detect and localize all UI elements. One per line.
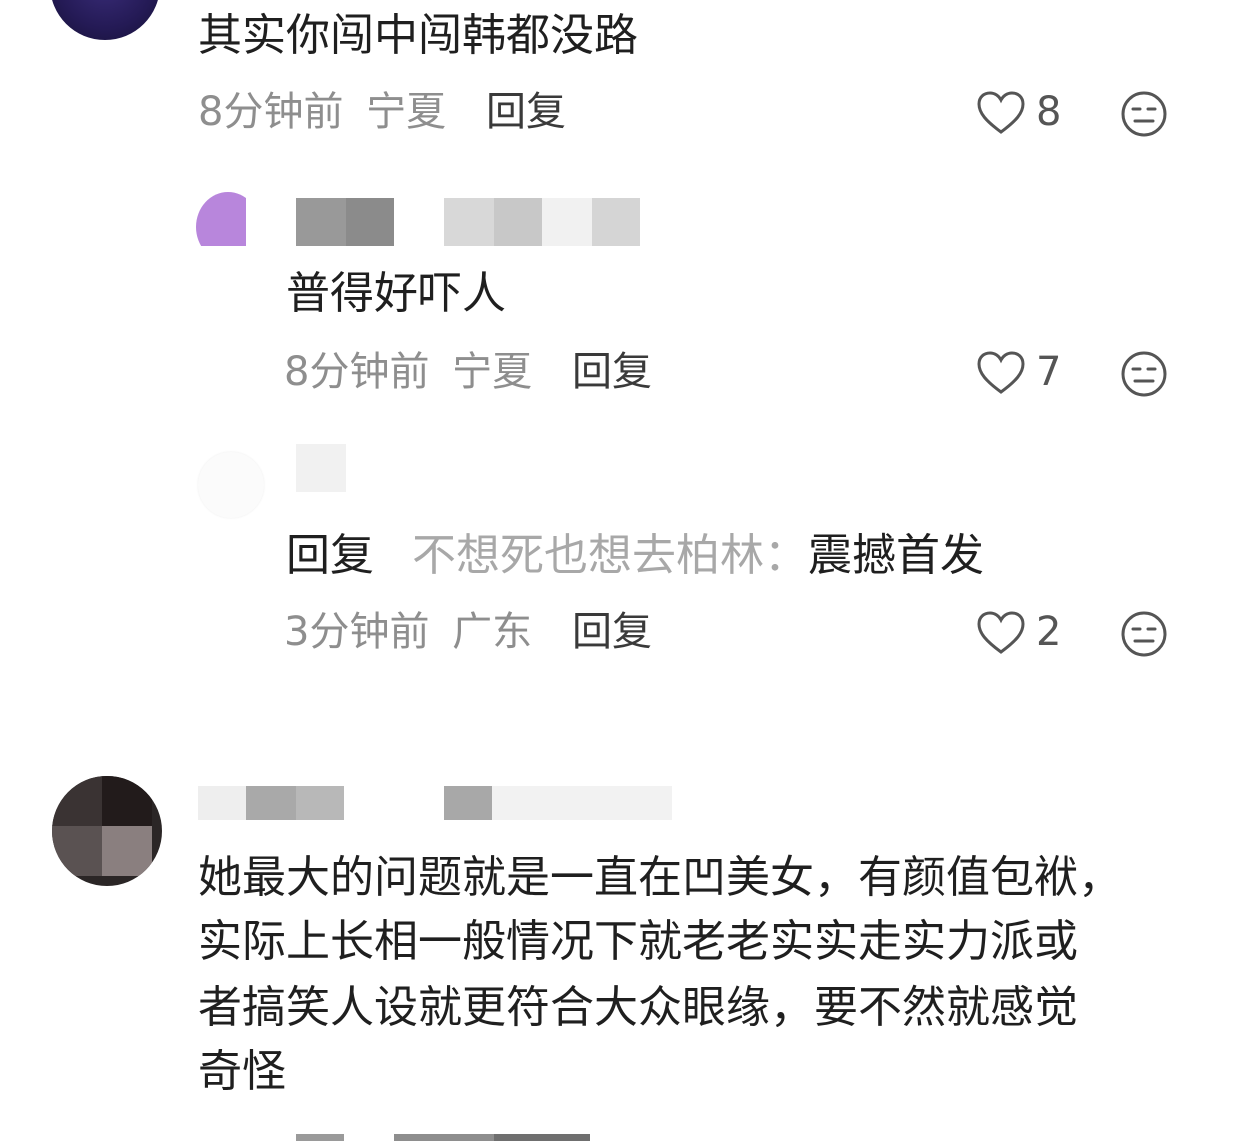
comment-text-line: 奇怪 — [198, 1046, 286, 1097]
like-count: 2 — [1036, 609, 1062, 655]
comment-meta: 8分钟前 宁夏 — [198, 92, 446, 132]
reply-to-username[interactable]: 不想死也想去柏林： — [412, 530, 808, 581]
username-blurred[interactable] — [296, 444, 346, 492]
avatar[interactable] — [52, 776, 162, 886]
comment-text: 其实你闯中闯韩都没路 — [198, 10, 638, 61]
comment-text-line: 她最大的问题就是一直在凹美女，有颜值包袱， — [198, 852, 1122, 903]
expressionless-face-icon[interactable] — [1120, 610, 1168, 658]
comment-body: 震撼首发 — [808, 530, 984, 581]
avatar[interactable] — [50, 0, 160, 40]
comment-location: 宁夏 — [452, 349, 533, 395]
expressionless-face-icon[interactable] — [1120, 90, 1168, 138]
heart-icon[interactable] — [976, 350, 1026, 396]
comment-time: 8分钟前 — [198, 89, 344, 135]
comment-location: 宁夏 — [366, 89, 447, 135]
comment-location: 广东 — [452, 609, 533, 655]
reply-prefix: 回复 — [286, 530, 374, 581]
reply-button[interactable]: 回复 — [486, 92, 566, 132]
avatar[interactable] — [196, 192, 260, 262]
heart-icon[interactable] — [976, 90, 1026, 136]
comment-text-line: 者搞笑人设就更符合大众眼缘，要不然就感觉 — [198, 982, 1078, 1033]
reply-button[interactable]: 回复 — [572, 612, 652, 652]
avatar[interactable] — [198, 452, 264, 518]
heart-icon[interactable] — [976, 610, 1026, 656]
like-count: 8 — [1036, 89, 1062, 135]
comment-text-line: 实际上长相一般情况下就老老实实走实力派或 — [198, 916, 1078, 967]
comment-time: 8分钟前 — [284, 349, 430, 395]
expressionless-face-icon[interactable] — [1120, 350, 1168, 398]
comment-time: 3分钟前 — [284, 609, 430, 655]
like-count: 7 — [1036, 349, 1062, 395]
comment-text: 回复 不想死也想去柏林：震撼首发 — [286, 534, 984, 578]
reply-button[interactable]: 回复 — [572, 352, 652, 392]
comment-text: 普得好吓人 — [286, 268, 506, 319]
comment-meta: 3分钟前 广东 — [284, 612, 532, 652]
comment-meta: 8分钟前 宁夏 — [284, 352, 532, 392]
